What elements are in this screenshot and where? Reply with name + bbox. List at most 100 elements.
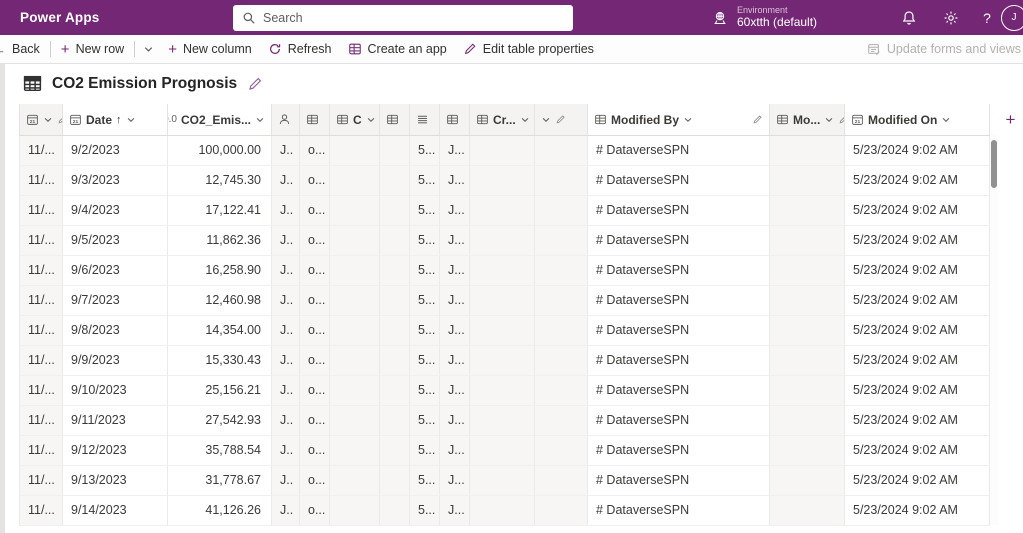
cell-modified-by[interactable]: # DataverseSPN: [588, 286, 770, 316]
cell-col-mo[interactable]: [770, 466, 845, 496]
cell-col-mo[interactable]: [770, 286, 845, 316]
cell-col-11[interactable]: [535, 406, 588, 436]
cell-col-5[interactable]: o...: [300, 436, 330, 466]
cell-col-9[interactable]: J...: [440, 376, 470, 406]
cell-col-7[interactable]: [380, 136, 410, 166]
refresh-button[interactable]: Refresh: [260, 35, 340, 63]
cell-date[interactable]: 9/12/2023: [63, 436, 168, 466]
cell-modified-on[interactable]: 5/23/2024 9:02 AM: [845, 166, 990, 196]
column-header-created-date[interactable]: 21: [19, 104, 63, 135]
cell-owner[interactable]: J..: [272, 226, 300, 256]
cell-col-8[interactable]: 5...: [410, 286, 440, 316]
cell-modified-on[interactable]: 5/23/2024 9:02 AM: [845, 196, 990, 226]
create-an-app-button[interactable]: Create an app: [340, 35, 455, 63]
cell-col-9[interactable]: J...: [440, 136, 470, 166]
cell-modified-on[interactable]: 5/23/2024 9:02 AM: [845, 256, 990, 286]
new-column-button[interactable]: + New column: [160, 35, 260, 63]
cell-modified-by[interactable]: # DataverseSPN: [588, 256, 770, 286]
cell-created-date[interactable]: 11/...: [19, 166, 63, 196]
cell-created-date[interactable]: 11/...: [19, 226, 63, 256]
cell-modified-on[interactable]: 5/23/2024 9:02 AM: [845, 406, 990, 436]
cell-col-mo[interactable]: [770, 406, 845, 436]
new-row-split-chevron[interactable]: [137, 35, 160, 63]
cell-col-11[interactable]: [535, 196, 588, 226]
cell-col-c[interactable]: [330, 406, 380, 436]
cell-modified-on[interactable]: 5/23/2024 9:02 AM: [845, 376, 990, 406]
cell-col-cr[interactable]: [470, 136, 535, 166]
cell-col-cr[interactable]: [470, 226, 535, 256]
edit-title-pencil-icon[interactable]: [247, 76, 263, 97]
cell-date[interactable]: 9/6/2023: [63, 256, 168, 286]
column-header-col-7[interactable]: [380, 104, 410, 135]
cell-col-11[interactable]: [535, 496, 588, 526]
cell-co2-emission[interactable]: 41,126.26: [168, 496, 272, 526]
cell-col-7[interactable]: [380, 376, 410, 406]
cell-created-date[interactable]: 11/...: [19, 286, 63, 316]
cell-modified-on[interactable]: 5/23/2024 9:02 AM: [845, 346, 990, 376]
cell-owner[interactable]: J..: [272, 496, 300, 526]
back-button[interactable]: ← Back: [0, 35, 48, 63]
cell-modified-on[interactable]: 5/23/2024 9:02 AM: [845, 436, 990, 466]
cell-modified-on[interactable]: 5/23/2024 9:02 AM: [845, 286, 990, 316]
cell-col-11[interactable]: [535, 436, 588, 466]
cell-modified-on[interactable]: 5/23/2024 9:02 AM: [845, 466, 990, 496]
settings-button[interactable]: [940, 0, 962, 35]
cell-col-8[interactable]: 5...: [410, 196, 440, 226]
cell-col-cr[interactable]: [470, 406, 535, 436]
cell-col-8[interactable]: 5...: [410, 466, 440, 496]
cell-col-11[interactable]: [535, 166, 588, 196]
cell-col-9[interactable]: J...: [440, 496, 470, 526]
cell-col-cr[interactable]: [470, 196, 535, 226]
cell-owner[interactable]: J..: [272, 436, 300, 466]
cell-col-c[interactable]: [330, 196, 380, 226]
cell-modified-on[interactable]: 5/23/2024 9:02 AM: [845, 226, 990, 256]
cell-col-8[interactable]: 5...: [410, 376, 440, 406]
cell-owner[interactable]: J..: [272, 406, 300, 436]
cell-owner[interactable]: J..: [272, 286, 300, 316]
cell-col-9[interactable]: J...: [440, 226, 470, 256]
cell-co2-emission[interactable]: 17,122.41: [168, 196, 272, 226]
column-header-col-8[interactable]: [410, 104, 440, 135]
cell-col-c[interactable]: [330, 466, 380, 496]
help-button[interactable]: ?: [976, 0, 998, 35]
cell-col-mo[interactable]: [770, 316, 845, 346]
cell-owner[interactable]: J..: [272, 196, 300, 226]
cell-col-7[interactable]: [380, 466, 410, 496]
cell-col-11[interactable]: [535, 316, 588, 346]
cell-col-5[interactable]: o...: [300, 316, 330, 346]
cell-modified-by[interactable]: # DataverseSPN: [588, 496, 770, 526]
cell-col-mo[interactable]: [770, 256, 845, 286]
cell-co2-emission[interactable]: 15,330.43: [168, 346, 272, 376]
notifications-button[interactable]: [898, 0, 920, 35]
cell-col-5[interactable]: o...: [300, 496, 330, 526]
edit-table-properties-button[interactable]: Edit table properties: [455, 35, 602, 63]
cell-col-8[interactable]: 5...: [410, 166, 440, 196]
add-column-button[interactable]: +: [998, 104, 1023, 135]
cell-col-8[interactable]: 5...: [410, 436, 440, 466]
cell-created-date[interactable]: 11/...: [19, 196, 63, 226]
cell-col-11[interactable]: [535, 136, 588, 166]
cell-modified-by[interactable]: # DataverseSPN: [588, 226, 770, 256]
column-header-col-9[interactable]: [440, 104, 470, 135]
cell-col-cr[interactable]: [470, 466, 535, 496]
cell-co2-emission[interactable]: 12,460.98: [168, 286, 272, 316]
cell-col-9[interactable]: J...: [440, 406, 470, 436]
cell-co2-emission[interactable]: 35,788.54: [168, 436, 272, 466]
column-header-date[interactable]: 21 Date ↑: [63, 104, 168, 135]
cell-modified-by[interactable]: # DataverseSPN: [588, 316, 770, 346]
cell-modified-on[interactable]: 5/23/2024 9:02 AM: [845, 136, 990, 166]
cell-col-c[interactable]: [330, 166, 380, 196]
cell-col-7[interactable]: [380, 406, 410, 436]
cell-col-9[interactable]: J...: [440, 436, 470, 466]
cell-col-c[interactable]: [330, 136, 380, 166]
cell-col-9[interactable]: J...: [440, 316, 470, 346]
cell-col-11[interactable]: [535, 376, 588, 406]
cell-col-8[interactable]: 5...: [410, 496, 440, 526]
cell-col-mo[interactable]: [770, 436, 845, 466]
cell-col-5[interactable]: o...: [300, 346, 330, 376]
cell-col-cr[interactable]: [470, 496, 535, 526]
cell-col-cr[interactable]: [470, 436, 535, 466]
cell-col-mo[interactable]: [770, 376, 845, 406]
cell-col-mo[interactable]: [770, 166, 845, 196]
cell-modified-by[interactable]: # DataverseSPN: [588, 346, 770, 376]
